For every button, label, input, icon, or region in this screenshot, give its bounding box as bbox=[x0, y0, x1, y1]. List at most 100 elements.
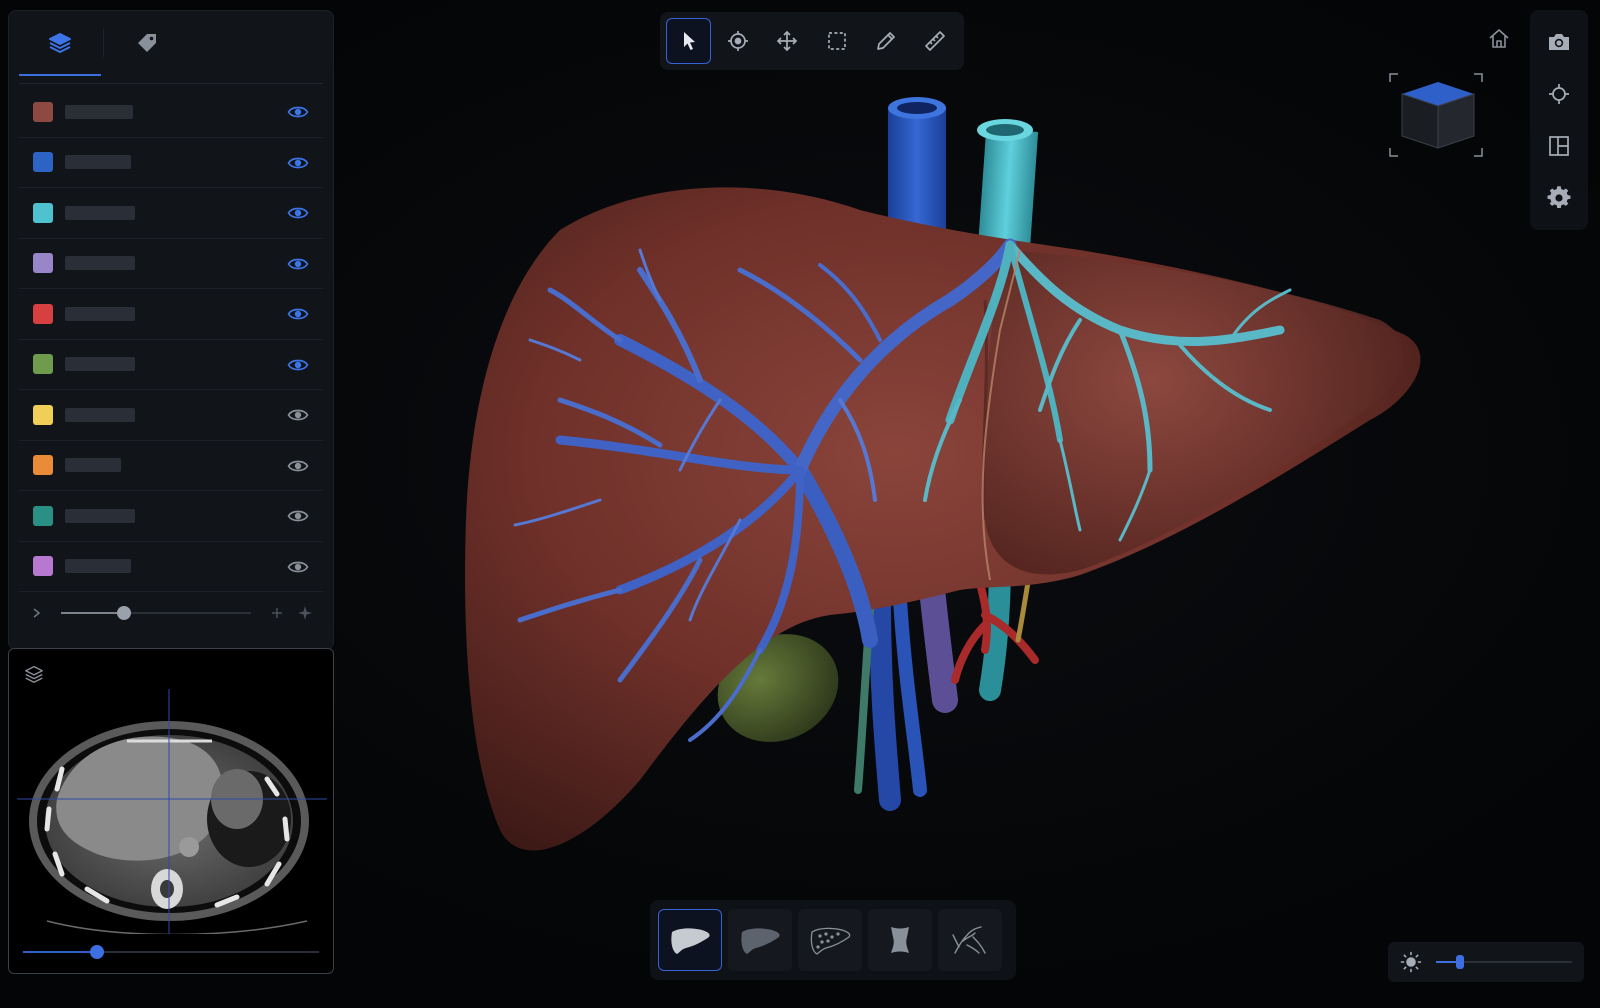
select-box-tool-button[interactable] bbox=[814, 18, 859, 64]
layer-name bbox=[65, 407, 135, 422]
view-orientation-cube[interactable] bbox=[1388, 72, 1484, 158]
select-box-icon bbox=[827, 32, 846, 50]
ruler-icon bbox=[925, 31, 946, 51]
panel-tabs bbox=[9, 11, 333, 76]
vessel-tree-icon bbox=[952, 926, 986, 954]
settings-button[interactable] bbox=[1545, 184, 1573, 212]
layers-icon bbox=[49, 33, 71, 53]
layer-row[interactable] bbox=[19, 239, 323, 289]
layer-row[interactable] bbox=[19, 542, 323, 592]
layer-row[interactable] bbox=[19, 491, 323, 542]
medical-3d-viewer bbox=[0, 0, 1600, 1008]
visibility-eye-icon[interactable] bbox=[287, 203, 309, 223]
layer-color-swatch[interactable] bbox=[33, 303, 53, 324]
visibility-eye-icon[interactable] bbox=[287, 355, 309, 375]
brightness-icon bbox=[1400, 951, 1422, 973]
pencil-icon bbox=[877, 32, 895, 50]
tab-labels[interactable] bbox=[106, 11, 188, 75]
liver-solid-icon bbox=[671, 928, 710, 954]
right-tool-column bbox=[1530, 10, 1588, 230]
liver-shaded-icon bbox=[741, 928, 780, 954]
layer-name bbox=[65, 357, 135, 372]
layer-color-swatch[interactable] bbox=[33, 455, 53, 476]
pointer-icon bbox=[683, 32, 695, 50]
visibility-eye-icon[interactable] bbox=[287, 456, 309, 476]
liver-model[interactable] bbox=[465, 187, 1421, 851]
layer-row[interactable] bbox=[19, 289, 323, 340]
layer-row[interactable] bbox=[19, 87, 323, 138]
target-icon bbox=[1549, 84, 1569, 104]
view-preset-segment[interactable] bbox=[868, 909, 932, 971]
chevron-right-icon[interactable] bbox=[29, 603, 45, 623]
tab-layers[interactable] bbox=[19, 11, 101, 75]
opacity-slider-handle[interactable] bbox=[116, 606, 131, 620]
visibility-eye-icon[interactable] bbox=[287, 102, 309, 122]
layer-row[interactable] bbox=[19, 188, 323, 239]
crosshair-icon bbox=[728, 31, 749, 51]
layer-name bbox=[65, 306, 135, 321]
crosshair-tool-button[interactable] bbox=[715, 18, 760, 64]
view-preset-vessel-tree[interactable] bbox=[938, 909, 1002, 971]
layout-icon bbox=[1549, 136, 1569, 156]
slice-slider-handle[interactable] bbox=[90, 945, 104, 959]
tool-bar bbox=[660, 12, 964, 70]
layer-list bbox=[19, 87, 323, 592]
tabs-divider bbox=[19, 83, 323, 84]
layout-button[interactable] bbox=[1545, 132, 1573, 160]
visibility-eye-icon[interactable] bbox=[287, 405, 309, 425]
visibility-eye-icon[interactable] bbox=[287, 557, 309, 577]
camera-icon bbox=[1549, 34, 1569, 50]
sparkle-icon[interactable] bbox=[296, 603, 314, 623]
slice-slider[interactable] bbox=[23, 945, 319, 959]
layer-color-swatch[interactable] bbox=[33, 101, 53, 122]
pointer-tool-button[interactable] bbox=[666, 18, 712, 64]
settings-icon bbox=[1547, 186, 1571, 208]
brightness-slider-handle[interactable] bbox=[1456, 955, 1465, 969]
visibility-eye-icon[interactable] bbox=[287, 506, 309, 526]
focus-target-button[interactable] bbox=[1545, 80, 1573, 108]
active-tab-indicator bbox=[19, 74, 101, 76]
ct-axial-image[interactable] bbox=[17, 689, 327, 934]
layer-color-swatch[interactable] bbox=[33, 404, 53, 425]
brightness-control bbox=[1388, 942, 1584, 982]
visibility-eye-icon[interactable] bbox=[287, 153, 309, 173]
layer-name bbox=[65, 104, 133, 119]
visibility-eye-icon[interactable] bbox=[287, 304, 309, 324]
screenshot-button[interactable] bbox=[1545, 28, 1573, 56]
opacity-slider-fill bbox=[61, 612, 124, 614]
view-preset-shaded[interactable] bbox=[728, 909, 792, 971]
slice-slider-fill bbox=[23, 951, 97, 953]
layer-row[interactable] bbox=[19, 138, 323, 188]
brightness-slider[interactable] bbox=[1436, 955, 1572, 969]
ruler-tool-button[interactable] bbox=[913, 18, 958, 64]
layer-color-swatch[interactable] bbox=[33, 505, 53, 526]
layer-color-swatch[interactable] bbox=[33, 202, 53, 223]
layer-name bbox=[65, 508, 135, 523]
layer-color-swatch[interactable] bbox=[33, 253, 53, 274]
layer-color-swatch[interactable] bbox=[33, 556, 53, 577]
pencil-tool-button[interactable] bbox=[863, 18, 908, 64]
liver-textured-icon bbox=[810, 927, 851, 955]
add-layer-icon[interactable] bbox=[269, 603, 285, 623]
visibility-eye-icon[interactable] bbox=[287, 254, 309, 274]
layer-color-swatch[interactable] bbox=[33, 152, 53, 173]
vessel-segment-icon bbox=[891, 927, 909, 953]
view-preset-solid[interactable] bbox=[658, 909, 722, 971]
layers-icon[interactable] bbox=[23, 663, 45, 685]
layers-footer bbox=[19, 593, 323, 633]
layer-row[interactable] bbox=[19, 340, 323, 390]
layer-name bbox=[65, 155, 131, 170]
layer-color-swatch[interactable] bbox=[33, 354, 53, 375]
view-presets-bar bbox=[650, 900, 1016, 980]
layer-row[interactable] bbox=[19, 390, 323, 441]
move-tool-button[interactable] bbox=[765, 18, 810, 64]
view-preset-textured[interactable] bbox=[798, 909, 862, 971]
layer-name bbox=[65, 205, 135, 220]
tab-divider bbox=[103, 29, 104, 57]
layer-row[interactable] bbox=[19, 441, 323, 491]
layer-name bbox=[65, 458, 121, 473]
opacity-slider[interactable] bbox=[61, 606, 251, 620]
layer-name bbox=[65, 559, 131, 574]
home-icon[interactable] bbox=[1486, 26, 1512, 52]
layer-name bbox=[65, 256, 135, 271]
